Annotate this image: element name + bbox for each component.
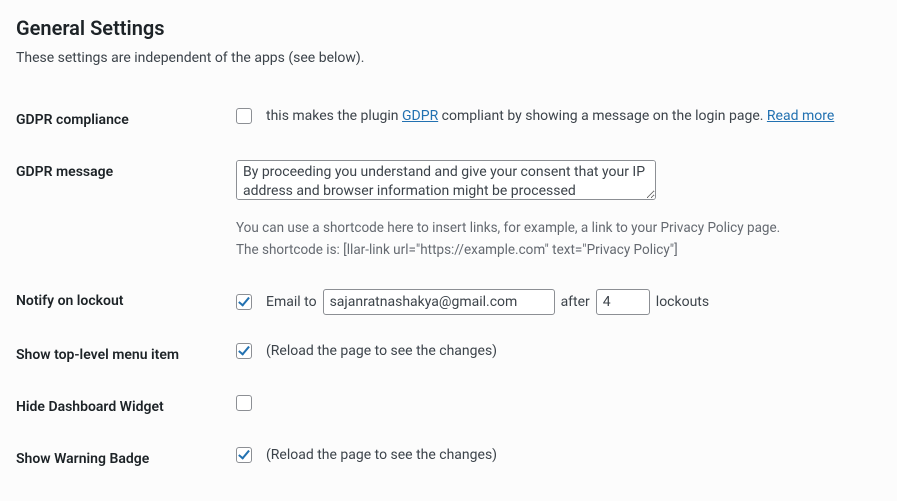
section-description: These settings are independent of the ap… (16, 50, 881, 66)
gdpr-desc-line2: The shortcode is: [llar-link url="https:… (236, 242, 678, 258)
notify-count-input[interactable] (596, 289, 650, 315)
hide-widget-label: Hide Dashboard Widget (16, 381, 236, 433)
gdpr-desc-line1: You can use a shortcode here to insert l… (236, 220, 780, 236)
settings-table: GDPR compliance this makes the plugin GD… (16, 94, 881, 485)
notify-email-input[interactable] (323, 289, 555, 315)
notify-lockouts-text: lockouts (656, 294, 709, 310)
gdpr-message-description: You can use a shortcode here to insert l… (236, 218, 881, 261)
gdpr-compliance-checkbox[interactable] (236, 108, 252, 124)
hide-widget-checkbox[interactable] (236, 395, 252, 411)
show-badge-note: (Reload the page to see the changes) (266, 447, 497, 463)
gdpr-text-mid: compliant by showing a message on the lo… (438, 108, 767, 124)
show-menu-label: Show top-level menu item (16, 329, 236, 381)
gdpr-text-before: this makes the plugin (266, 108, 402, 124)
notify-lockout-checkbox[interactable] (236, 294, 252, 310)
show-badge-checkbox[interactable] (236, 447, 252, 463)
notify-email-to-text: Email to (266, 294, 317, 310)
show-menu-note: (Reload the page to see the changes) (266, 343, 497, 359)
gdpr-compliance-text: this makes the plugin GDPR compliant by … (266, 108, 834, 124)
gdpr-link[interactable]: GDPR (402, 108, 438, 124)
show-menu-checkbox[interactable] (236, 343, 252, 359)
gdpr-message-label: GDPR message (16, 146, 236, 275)
notify-after-text: after (561, 294, 590, 310)
gdpr-read-more-link[interactable]: Read more (767, 108, 834, 124)
section-title: General Settings (16, 16, 881, 40)
gdpr-message-textarea[interactable]: By proceeding you understand and give yo… (236, 160, 656, 200)
gdpr-compliance-label: GDPR compliance (16, 94, 236, 146)
notify-lockout-label: Notify on lockout (16, 275, 236, 329)
show-badge-label: Show Warning Badge (16, 433, 236, 485)
